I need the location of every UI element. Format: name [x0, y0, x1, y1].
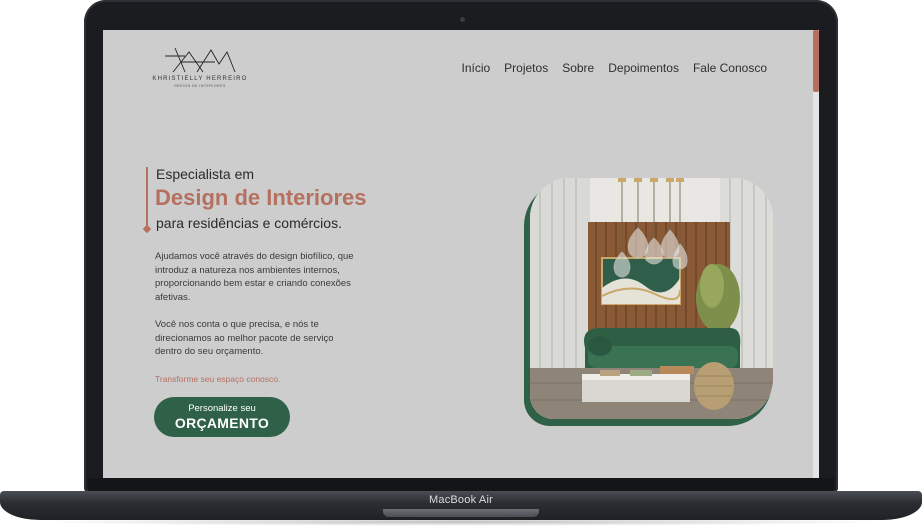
accent-diamond — [142, 224, 152, 234]
cta-text: Transforme seu espaço conosco. — [155, 374, 281, 384]
living-room-image — [530, 178, 773, 419]
logo-name: KHRISTIELLY HERREIRO — [152, 76, 248, 82]
screen-bezel-bottom — [88, 478, 834, 492]
nav-item-fale-conosco[interactable]: Fale Conosco — [693, 61, 767, 75]
hero-paragraph-1: Ajudamos você através do design biofílic… — [155, 251, 354, 303]
accent-line — [146, 167, 148, 229]
scrollbar-thumb[interactable] — [813, 30, 819, 92]
camera-icon — [460, 17, 465, 22]
hero-post-title: para residências e comércios. — [156, 215, 342, 231]
button-big-label: ORÇAMENTO — [174, 415, 270, 431]
nav-item-depoimentos[interactable]: Depoimentos — [608, 61, 679, 75]
site-logo[interactable]: KHRISTIELLY HERREIRO DESIGN DE INTERIORE… — [145, 44, 255, 94]
logo-subtitle: DESIGN DE INTERIORES — [174, 84, 226, 88]
browser-screen: KHRISTIELLY HERREIRO DESIGN DE INTERIORE… — [103, 30, 819, 478]
orcamento-button[interactable]: Personalize seu ORÇAMENTO — [154, 397, 290, 437]
nav-item-projetos[interactable]: Projetos — [504, 61, 548, 75]
main-nav: Início Projetos Sobre Depoimentos Fale C… — [461, 61, 767, 75]
nav-item-inicio[interactable]: Início — [461, 61, 490, 75]
laptop-notch — [383, 509, 539, 517]
hero-title: Design de Interiores — [155, 185, 367, 210]
hero-pre-title: Especialista em — [156, 166, 255, 182]
living-room-photo — [530, 178, 773, 419]
laptop-shadow — [30, 518, 892, 526]
nav-item-sobre[interactable]: Sobre — [562, 61, 594, 75]
device-label: MacBook Air — [429, 494, 493, 506]
page-scrollbar[interactable] — [813, 30, 819, 478]
button-small-label: Personalize seu — [188, 403, 256, 414]
monogram-logo-icon — [165, 47, 236, 73]
hero-paragraph-2: Você nos conta o que precisa, e nós te d… — [155, 319, 334, 357]
